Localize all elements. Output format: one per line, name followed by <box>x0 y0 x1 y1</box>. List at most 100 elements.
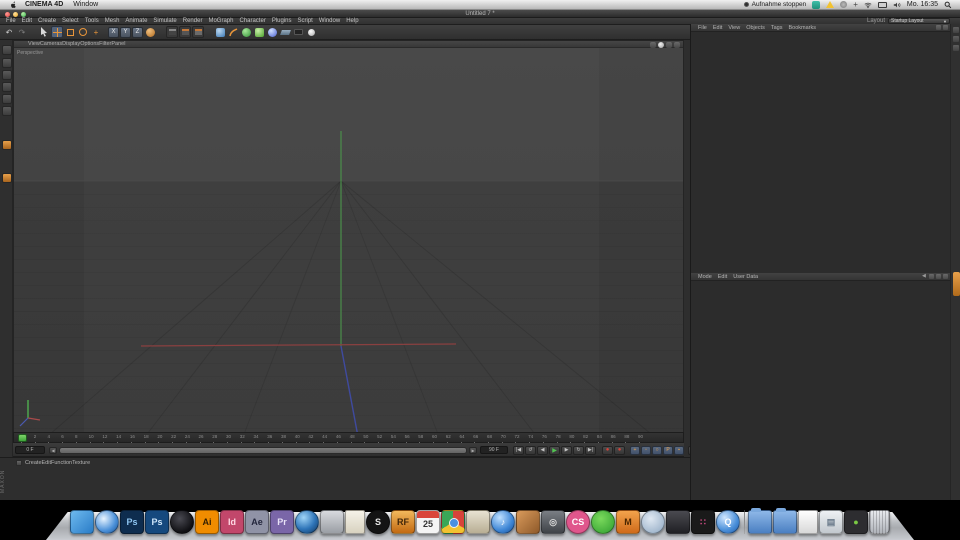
loop-mode-button[interactable]: ↺ <box>525 445 536 455</box>
warning-icon[interactable] <box>826 1 835 8</box>
key-scale-toggle[interactable]: ▫ <box>641 445 651 455</box>
lock-y-axis-button[interactable]: Y <box>120 26 131 38</box>
material-menu-texture[interactable]: Texture <box>72 460 90 466</box>
dock-after-effects[interactable]: Ae <box>245 510 269 534</box>
play-button[interactable]: ▶ <box>549 445 560 455</box>
object-menu-bookmarks[interactable]: Bookmarks <box>785 25 819 31</box>
dock-trash[interactable] <box>869 510 890 534</box>
dock-android-app[interactable]: ● <box>844 510 868 534</box>
move-tool[interactable] <box>51 26 63 38</box>
content-browser-tab[interactable] <box>952 272 960 296</box>
am-grid-icon[interactable] <box>943 274 948 279</box>
redo-button[interactable]: ↷ <box>16 26 28 38</box>
dock-folder-documents[interactable] <box>773 508 797 534</box>
material-menu-function[interactable]: Function <box>51 460 72 466</box>
apple-logo-icon[interactable] <box>10 1 17 8</box>
coordinate-system-button[interactable] <box>144 26 156 38</box>
dock-calendar[interactable]: 25 <box>416 510 440 534</box>
last-tool-button[interactable]: + <box>90 26 102 38</box>
dock-quicktime[interactable]: Q <box>716 510 740 534</box>
object-manager-list[interactable] <box>691 32 951 273</box>
material-menu-edit[interactable]: Edit <box>42 460 51 466</box>
viewport-menu-panel[interactable]: Panel <box>111 41 125 47</box>
wifi-icon[interactable] <box>864 1 872 9</box>
dock-itunes[interactable]: ♪ <box>491 510 515 534</box>
key-parameter-toggle[interactable]: P <box>663 445 673 455</box>
dock-indesign[interactable]: Id <box>220 510 244 534</box>
om-filter-icon[interactable] <box>936 25 941 30</box>
macos-menu-window[interactable]: Window <box>73 1 98 8</box>
growl-icon[interactable] <box>812 0 821 9</box>
om-search-icon[interactable] <box>943 25 948 30</box>
material-menu-create[interactable]: Create <box>25 460 42 466</box>
recording-status[interactable]: Aufnahme stoppen <box>743 1 806 8</box>
scroll-left-arrow[interactable]: ◀ <box>49 447 57 454</box>
rotate-tool[interactable] <box>77 26 89 38</box>
dock-document-file[interactable] <box>798 510 818 534</box>
dock-stacks-grid[interactable]: ▤ <box>819 510 843 534</box>
strip-icon-3[interactable] <box>953 45 959 51</box>
end-frame-field[interactable]: 90 F <box>480 446 508 454</box>
menubar-clock[interactable]: Mo. 16:35 <box>907 1 938 8</box>
make-editable-button[interactable] <box>1 45 12 55</box>
timeline-scrollbar[interactable] <box>59 447 467 454</box>
dock-safari[interactable] <box>95 510 119 534</box>
main-menu-character[interactable]: Character <box>236 18 268 24</box>
dock-illustrator[interactable]: Ai <box>195 510 219 534</box>
dock-spotify[interactable] <box>591 510 615 534</box>
viewport-pan-icon[interactable] <box>650 41 656 48</box>
key-position-toggle[interactable]: + <box>630 445 640 455</box>
main-menu-create[interactable]: Create <box>35 18 59 24</box>
key-rotation-toggle[interactable]: ○ <box>652 445 662 455</box>
dock-notes-app[interactable] <box>345 510 365 534</box>
dock-weather-app[interactable] <box>641 510 665 534</box>
main-menu-animate[interactable]: Animate <box>122 18 150 24</box>
undo-button[interactable]: ↶ <box>3 26 15 38</box>
dock-finder[interactable] <box>70 510 94 534</box>
main-menu-window[interactable]: Window <box>316 18 343 24</box>
goto-start-button[interactable]: |◀ <box>513 445 524 455</box>
snapping-button[interactable] <box>1 173 12 183</box>
cycle-button[interactable]: ↻ <box>573 445 584 455</box>
main-menu-plugins[interactable]: Plugins <box>269 18 295 24</box>
dock-photoshop[interactable]: Ps <box>120 510 144 534</box>
key-pla-toggle[interactable]: ▪ <box>674 445 684 455</box>
main-menu-script[interactable]: Script <box>295 18 316 24</box>
lock-x-axis-button[interactable]: X <box>108 26 119 38</box>
workplane-mode-button[interactable] <box>1 82 12 92</box>
strip-icon-2[interactable] <box>953 36 959 42</box>
spotlight-icon[interactable] <box>944 1 952 9</box>
scale-tool[interactable] <box>64 26 76 38</box>
main-menu-mesh[interactable]: Mesh <box>102 18 123 24</box>
viewport-menu-cameras[interactable]: Cameras <box>40 41 62 47</box>
enable-axis-button[interactable] <box>1 140 12 150</box>
volume-icon[interactable] <box>893 1 901 9</box>
lock-z-axis-button[interactable]: Z <box>132 26 143 38</box>
goto-end-button[interactable]: ▶| <box>585 445 596 455</box>
main-menu-edit[interactable]: Edit <box>19 18 35 24</box>
attribute-menu-user-data[interactable]: User Data <box>730 274 761 280</box>
dock-photo-app[interactable] <box>516 510 540 534</box>
spline-pen-button[interactable] <box>227 26 239 38</box>
history-back-icon[interactable]: ◀ <box>922 274 927 279</box>
array-modifier-button[interactable] <box>253 26 265 38</box>
viewport-rotate-icon[interactable] <box>666 41 672 48</box>
viewport-toggle-icon[interactable] <box>674 41 680 48</box>
subdivision-surface-button[interactable] <box>240 26 252 38</box>
live-selection-tool[interactable] <box>38 26 50 38</box>
previous-frame-button[interactable]: ◀ <box>537 445 548 455</box>
viewport-zoom-icon[interactable] <box>658 41 664 48</box>
dock-folder-applications[interactable] <box>748 508 772 534</box>
sync-icon[interactable] <box>840 1 848 8</box>
dock-camera-app[interactable]: ◎ <box>541 510 565 534</box>
attribute-menu-mode[interactable]: Mode <box>695 274 715 280</box>
window-titlebar[interactable]: Untitled 7 * <box>0 10 960 18</box>
floor-object-button[interactable] <box>279 26 291 38</box>
attribute-menu-edit[interactable]: Edit <box>715 274 730 280</box>
main-menu-render[interactable]: Render <box>180 18 206 24</box>
attribute-manager-area[interactable] <box>691 281 951 500</box>
object-menu-objects[interactable]: Objects <box>743 25 768 31</box>
dock-cinema-4d[interactable] <box>295 510 319 534</box>
macos-app-name[interactable]: CINEMA 4D <box>25 1 63 8</box>
render-view-button[interactable] <box>166 26 178 38</box>
